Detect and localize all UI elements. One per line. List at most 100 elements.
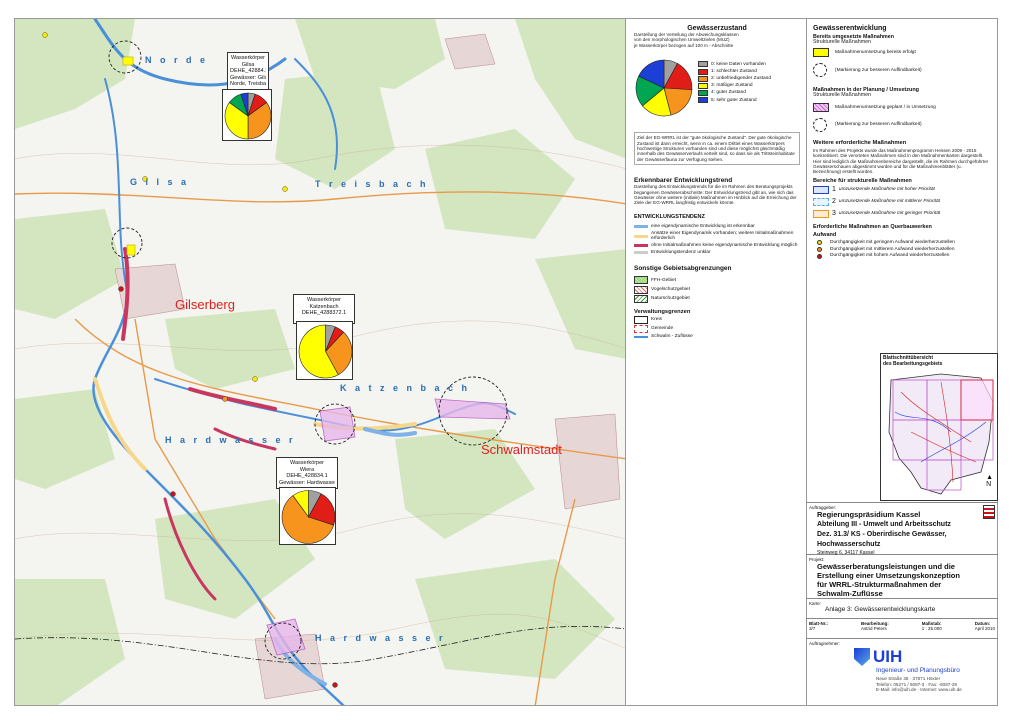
bereich-item: 2 umzusetzende Maßnahme mit mittlerer Pri… [813, 197, 991, 206]
date-value: April 2010 [974, 626, 995, 631]
client-name: Regierungspräsidium Kassel [817, 510, 921, 519]
ffh-swatch [634, 276, 648, 285]
sonstige-item: Naturschutzgebiet [634, 294, 800, 303]
pie-chart-box [279, 487, 336, 545]
verwaltung-item: Gemeinde [634, 325, 800, 334]
project-line: Erstellung einer Umsetzungskonzeption [817, 571, 960, 580]
yellow-swatch [813, 48, 829, 58]
zustand-class: 4: guter Zustand [698, 90, 771, 97]
verwaltung-label: Gemeinde [651, 326, 674, 332]
water-body-label: G i l s a [130, 177, 190, 187]
sonstige-title: Sonstige Gebietsabgrenzungen [634, 265, 732, 273]
class-label: 5: sehr guter Zustand [711, 97, 757, 103]
company-logo: UIH [854, 647, 902, 667]
map-title-section: Karte: Anlage 3: Gewässerentwicklungskar… [806, 598, 998, 618]
project-section: Projekt: Gewässerberatungsleistungen und… [806, 554, 998, 598]
planung-label: (Markierung zur besseren Auffindbarkeit) [835, 122, 922, 128]
trend-text: Darstellung des Entwicklungstrends für d… [634, 184, 797, 206]
gemeinde-swatch [634, 325, 648, 334]
class-swatch [698, 75, 708, 82]
bereich-label: umzusetzende Maßnahme mit geringer Prior… [838, 211, 941, 217]
legend-zustand-subtitle: Darstellung der Verteilung der Abweichun… [634, 32, 800, 48]
weir-dot-icon [817, 246, 822, 252]
logo-mark-icon [854, 648, 870, 666]
entwicklung-title: Gewässerentwicklung [813, 25, 887, 32]
town-label: Gilserberg [175, 297, 235, 312]
dashed-circle-icon [813, 63, 827, 78]
bereits-item: Maßnahmenumsetzung bereits erfolgt [813, 48, 991, 58]
weitere-title: Weitere erforderliche Maßnahmen [813, 139, 907, 146]
zustand-pie-chart [298, 324, 353, 379]
map-area[interactable]: N o r d e G i l s a T r e i s b a c h K … [14, 18, 626, 706]
zustand-classes: 0: keine Daten vorhanden 1: schlechter Z… [698, 60, 771, 104]
editor-cell: Bearbeitung: Astrid Peters [861, 621, 889, 636]
contractor-section: Auftragnehmer: UIH Ingenieur- und Planun… [806, 638, 998, 698]
trend-swatch [634, 251, 648, 255]
client-department: Abteilung III - Umwelt und Arbeitsschutz [817, 521, 951, 528]
weir-dot-icon [817, 253, 822, 259]
bereits-label: Maßnahmenumsetzung bereits erfolgt [835, 50, 916, 56]
bereits-label: (Markierung zur besseren Auffindbarkeit) [835, 67, 922, 73]
scale-value: 1 : 25.000 [921, 626, 942, 631]
zustand-class: 0: keine Daten vorhanden [698, 61, 771, 68]
info-line: DEHE_428834.1 [286, 473, 328, 479]
water-body-label: H a r d w a s s e r [315, 633, 446, 643]
class-swatch [698, 61, 708, 68]
trend-title: Erkennbarer Entwicklungstrend [634, 177, 733, 185]
bereich-swatch [813, 185, 829, 194]
trend-label: ohne Initialmaßnahmen keine eigendynamis… [651, 243, 798, 249]
company-name: Ingenieur- und Planungsbüro [876, 667, 960, 674]
verwaltung-label: Kreis [651, 317, 662, 323]
info-line: Gewässer: Hardwasser [279, 479, 335, 486]
town-label: Schwalmstadt [481, 442, 562, 457]
trend-label: Ansätze einer Eigendynamik vorhanden; we… [651, 230, 794, 242]
tendency-title: ENTWICKLUNGSTENDENZ [634, 213, 705, 220]
contact-line: E-Mail: info@uih.de · Internet: www.uih.… [876, 687, 962, 693]
sheet-number-cell: Blatt-Nr.: 3/7 [809, 621, 828, 636]
verwaltung-item: Kreis [634, 315, 800, 324]
bereits-item: (Markierung zur besseren Auffindbarkeit) [813, 63, 991, 78]
class-label: 1: schlechter Zustand [711, 68, 757, 74]
title-block: Auftraggeber: Regierungspräsidium Kassel… [806, 502, 998, 698]
class-label: 0: keine Daten vorhanden [711, 61, 766, 67]
subtitle-line: je Wasserkörper bezogen auf 100 m - Absc… [634, 42, 734, 48]
planung-item: (Markierung zur besseren Auffindbarkeit) [813, 117, 991, 132]
dashed-circle-icon [813, 117, 827, 132]
aufwand-title: Aufwand [813, 231, 837, 238]
verwaltung-label: Schwalm - Zuflüsse [651, 334, 693, 340]
scale-cell: Maßstab: 1 : 25.000 [922, 621, 942, 636]
zustand-class: 5: sehr guter Zustand [698, 97, 771, 104]
bereits-struct: Strukturelle Maßnahmen [813, 39, 871, 45]
bereich-label: umzusetzende Maßnahme mit hoher Prioritä… [838, 187, 935, 193]
trend-item: Entwicklungstendenz unklar [634, 250, 800, 256]
trend-item: Ansätze einer Eigendynamik vorhanden; we… [634, 231, 800, 242]
planung-struct: Strukturelle Maßnahmen [813, 92, 871, 99]
trend-swatch [634, 244, 648, 248]
zustand-class: 2: unbefriedigender Zustand [698, 75, 771, 82]
class-swatch [698, 82, 708, 89]
verwaltung-title: Verwaltungsgrenzen [634, 308, 691, 315]
client-address: Steinweg 6, 34117 Kassel [817, 550, 875, 556]
aufwand-item: Durchgängigkeit mit hohem Aufwand wieder… [813, 253, 991, 259]
weir-dot-icon [817, 240, 822, 246]
project-line: für WRRL-Strukturmaßnahmen der [817, 580, 942, 589]
water-body-label: N o r d e [145, 55, 209, 65]
project-line: Gewässerberatungsleistungen und die [817, 562, 955, 571]
zustand-class: 3: mäßiger Zustand [698, 82, 771, 89]
bereich-swatch [813, 209, 829, 218]
bereich-item: 1 umzusetzende Maßnahme mit hoher Priorit… [813, 185, 991, 194]
bereich-number: 1 [832, 186, 836, 194]
bereiche-title: Bereiche für strukturelle Maßnahmen [813, 177, 912, 184]
editor-name: Astrid Peters [860, 626, 887, 631]
water-body-label: K a t z e n b a c h [340, 383, 471, 393]
bereich-number: 2 [832, 198, 836, 206]
sonstige-item: FFH-Gebiet [634, 276, 800, 285]
water-body-label: T r e i s b a c h [315, 179, 429, 189]
trend-label: eine eigendynamische Entwicklung ist erk… [651, 223, 755, 229]
class-swatch [698, 68, 708, 75]
class-label: 3: mäßiger Zustand [711, 83, 753, 89]
trend-item: eine eigendynamische Entwicklung ist erk… [634, 224, 800, 230]
trend-swatch [634, 234, 648, 238]
legend-panel: Gewässerzustand Darstellung der Verteilu… [626, 18, 806, 706]
info-line: DEHE_4288372.1 [301, 310, 347, 316]
